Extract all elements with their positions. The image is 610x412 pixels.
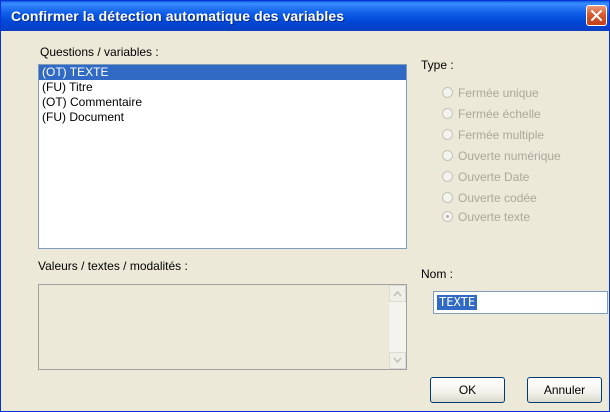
radio-button[interactable]	[442, 211, 453, 222]
radio-label: Ouverte codée	[458, 191, 537, 205]
nom-label: Nom :	[421, 267, 454, 281]
questions-label: Questions / variables :	[40, 45, 159, 59]
scroll-up-button[interactable]	[389, 285, 406, 302]
dialog-title: Confirmer la détection automatique des v…	[11, 8, 345, 24]
questions-listbox[interactable]: (OT) TEXTE (FU) Titre (OT) Commentaire (…	[38, 64, 407, 249]
radio-label: Fermée unique	[458, 86, 539, 100]
list-item[interactable]: (OT) TEXTE	[39, 65, 406, 80]
cancel-button[interactable]: Annuler	[527, 377, 602, 403]
type-label: Type :	[421, 58, 454, 72]
radio-label: Fermée multiple	[458, 128, 545, 142]
list-item[interactable]: (FU) Document	[39, 110, 406, 125]
radio-label: Ouverte numérique	[458, 149, 561, 163]
chevron-down-icon	[393, 357, 402, 364]
radio-button[interactable]	[442, 192, 453, 203]
ok-button[interactable]: OK	[430, 377, 505, 403]
radio-selected-dot	[446, 215, 449, 218]
radio-button[interactable]	[442, 150, 453, 161]
radio-button[interactable]	[442, 108, 453, 119]
radio-label: Ouverte Date	[458, 170, 530, 184]
title-bar[interactable]: Confirmer la détection automatique des v…	[1, 1, 609, 31]
chevron-up-icon	[393, 290, 402, 297]
values-textarea[interactable]	[38, 284, 407, 370]
radio-label: Fermée échelle	[458, 107, 541, 121]
radio-button[interactable]	[442, 129, 453, 140]
radio-button[interactable]	[442, 87, 453, 98]
list-item[interactable]: (FU) Titre	[39, 80, 406, 95]
scroll-down-button[interactable]	[389, 352, 406, 369]
radio-button[interactable]	[442, 171, 453, 182]
radio-label: Ouverte texte	[458, 210, 531, 224]
list-item[interactable]: (OT) Commentaire	[39, 95, 406, 110]
values-scrollbar[interactable]	[389, 285, 406, 369]
close-icon	[591, 10, 602, 21]
close-button[interactable]	[586, 5, 607, 26]
nom-input[interactable]: TEXTE	[433, 291, 608, 314]
values-label: Valeurs / textes / modalités :	[38, 259, 188, 273]
dialog-window: Confirmer la détection automatique des v…	[0, 0, 610, 412]
nom-input-value: TEXTE	[437, 295, 478, 310]
